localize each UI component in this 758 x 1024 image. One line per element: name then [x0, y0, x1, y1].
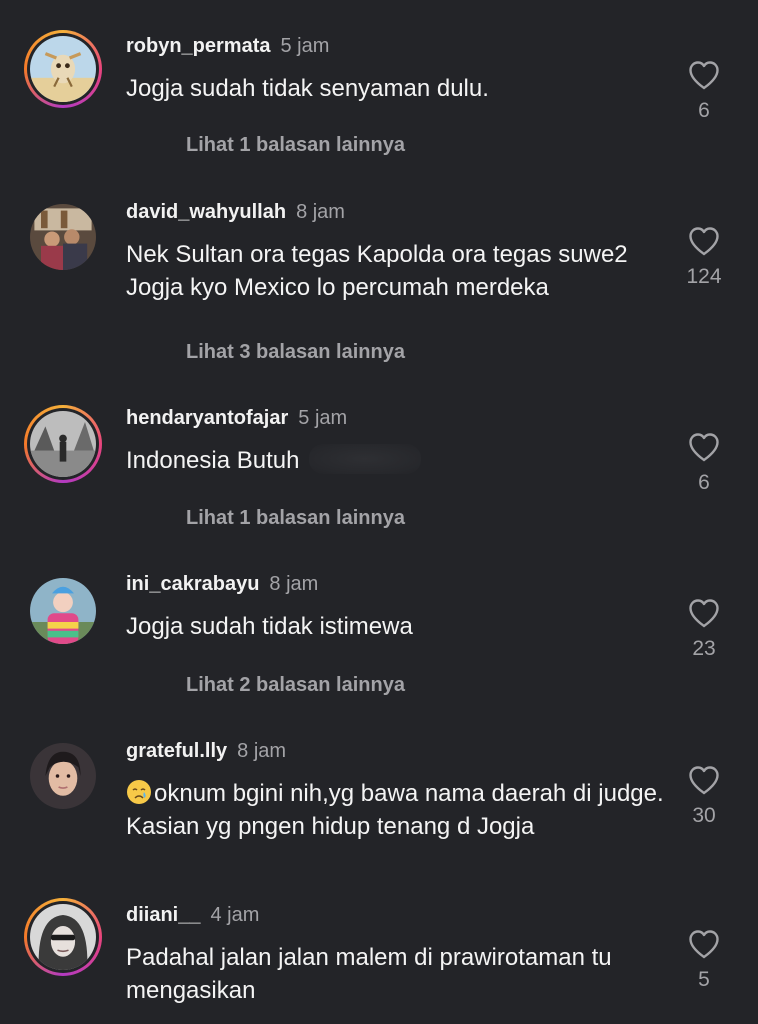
like-button[interactable]: 23 — [678, 598, 730, 662]
view-replies-button[interactable]: Lihat 2 balasan lainnya — [186, 671, 405, 699]
timestamp: 8 jam — [296, 201, 345, 223]
like-button[interactable]: 124 — [678, 226, 730, 290]
username[interactable]: ini_cakrabayu — [126, 573, 259, 595]
view-replies-button[interactable]: Lihat 1 balasan lainnya — [186, 504, 405, 532]
comment-text-visible: Indonesia Butuh — [126, 447, 300, 474]
timestamp: 8 jam — [269, 573, 319, 595]
selfie-avatar — [30, 743, 96, 809]
like-count: 6 — [698, 99, 710, 122]
hooded-portrait-avatar — [30, 904, 96, 970]
like-count: 5 — [698, 968, 710, 991]
view-replies-button[interactable]: Lihat 3 balasan lainnya — [186, 338, 405, 366]
heart-outline-icon[interactable] — [688, 598, 720, 628]
username[interactable]: robyn_permata — [126, 35, 271, 57]
view-replies-button[interactable]: Lihat 1 balasan lainnya — [186, 131, 405, 159]
comment-text: Jogja sudah tidak istimewa — [126, 613, 413, 640]
comment-text: Jogja sudah tidak senyaman dulu. — [126, 75, 489, 102]
cartoon-character-avatar — [30, 36, 96, 102]
heart-outline-icon[interactable] — [688, 765, 720, 795]
avatar-story-ring[interactable] — [24, 405, 102, 483]
avatar[interactable] — [24, 198, 102, 276]
comment-meta: diiani__ 4 jam — [126, 901, 259, 929]
heart-outline-icon[interactable] — [688, 432, 720, 462]
like-button[interactable]: 6 — [678, 432, 730, 496]
comment-text: oknum bgini nih,yg bawa nama daerah di j… — [126, 777, 666, 843]
like-count: 30 — [692, 804, 716, 827]
avatar-story-ring[interactable] — [24, 30, 102, 108]
like-button[interactable]: 30 — [678, 765, 730, 829]
like-count: 6 — [698, 471, 710, 494]
timestamp: 8 jam — [237, 740, 287, 762]
group-photo-avatar — [30, 204, 96, 270]
like-button[interactable]: 6 — [678, 60, 730, 124]
redacted-text — [309, 444, 422, 474]
avatar[interactable] — [24, 737, 102, 815]
like-count: 23 — [692, 637, 716, 660]
comments-list: robyn_permata 5 jam Jogja sudah tidak sen… — [0, 0, 758, 1024]
username[interactable]: diiani__ — [126, 904, 200, 926]
comment-meta: robyn_permata 5 jam — [126, 32, 329, 60]
comment-text: Padahal jalan jalan malem di prawirotama… — [126, 944, 612, 1004]
username[interactable]: david_wahyullah — [126, 201, 286, 223]
timestamp: 4 jam — [210, 904, 260, 926]
like-count: 124 — [686, 265, 722, 288]
username[interactable]: grateful.lly — [126, 740, 227, 762]
colorful-costume-avatar — [30, 578, 96, 644]
crying-face-emoji — [127, 780, 151, 804]
comment-text: Indonesia Butuh — [126, 444, 666, 477]
comment-meta: grateful.lly 8 jam — [126, 737, 286, 765]
heart-outline-icon[interactable] — [688, 929, 720, 959]
grayscale-photo-avatar — [30, 411, 96, 477]
comment-meta: david_wahyullah 8 jam — [126, 198, 345, 226]
username[interactable]: hendaryantofajar — [126, 407, 288, 429]
like-button[interactable]: 5 — [678, 929, 730, 993]
comment-text-content: oknum bgini nih,yg bawa nama daerah di j… — [126, 780, 664, 840]
timestamp: 5 jam — [280, 35, 330, 57]
comment-text: Nek Sultan ora tegas Kapolda ora tegas s… — [126, 241, 628, 301]
comment-meta: ini_cakrabayu 8 jam — [126, 570, 318, 598]
heart-outline-icon[interactable] — [688, 60, 720, 90]
heart-outline-icon[interactable] — [688, 226, 720, 256]
timestamp: 5 jam — [298, 407, 348, 429]
avatar[interactable] — [24, 572, 102, 650]
comment-meta: hendaryantofajar 5 jam — [126, 404, 347, 432]
avatar-story-ring[interactable] — [24, 898, 102, 976]
